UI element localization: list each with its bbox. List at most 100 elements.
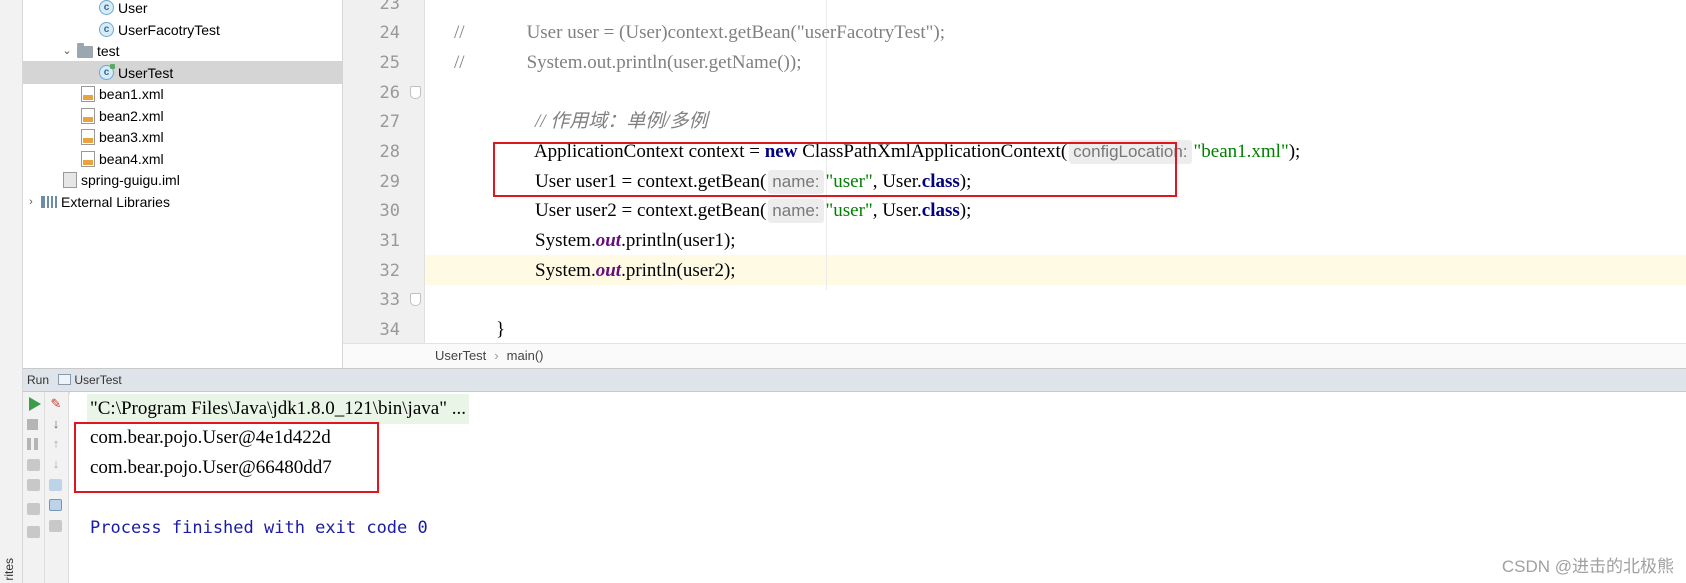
code-token: "user" bbox=[825, 200, 873, 221]
print-icon[interactable] bbox=[49, 520, 62, 532]
code-token: ); bbox=[1288, 141, 1301, 162]
run-tab-usertest[interactable]: UserTest bbox=[74, 373, 121, 387]
tree-item-bean3-xml[interactable]: bean3.xml bbox=[23, 125, 343, 148]
parameter-hint: name: bbox=[768, 199, 824, 223]
code-token: .println( bbox=[621, 260, 683, 281]
editor-gutter[interactable]: 23 24 25 26 27 28 29 30 31 32 33 34 bbox=[343, 0, 425, 368]
tree-item-usertest[interactable]: c UserTest bbox=[23, 61, 343, 84]
code-token: "bean1.xml" bbox=[1193, 141, 1289, 162]
run-toolbar-secondary: ✎ ↓ ↑ ↓ bbox=[45, 392, 69, 583]
code-token: , User. bbox=[872, 200, 922, 221]
chevron-right-icon[interactable]: › bbox=[25, 196, 37, 208]
xml-file-icon bbox=[81, 107, 95, 124]
line-number: 26 bbox=[379, 83, 400, 103]
tree-item-label: bean3.xml bbox=[99, 128, 164, 145]
pin-icon[interactable] bbox=[27, 526, 40, 538]
code-token: class bbox=[921, 200, 960, 221]
code-line-27[interactable]: ApplicationContext context = new ClassPa… bbox=[516, 107, 1300, 164]
run-console[interactable]: "C:\Program Files\Java\jdk1.8.0_121\bin\… bbox=[70, 392, 1686, 583]
sort-icon[interactable]: ↓ bbox=[49, 417, 63, 431]
code-token: ); bbox=[959, 200, 972, 221]
folder-icon bbox=[77, 42, 93, 58]
code-line-30[interactable]: System.out.println(user1); bbox=[516, 196, 736, 251]
tree-item-spring-guigu-iml[interactable]: spring-guigu.iml bbox=[23, 168, 343, 191]
tree-item-bean4-xml[interactable]: bean4.xml bbox=[23, 147, 343, 170]
class-icon: c bbox=[99, 22, 114, 37]
camera-icon[interactable] bbox=[27, 459, 40, 471]
layout-icon[interactable] bbox=[27, 503, 40, 515]
tree-item-label: spring-guigu.iml bbox=[81, 171, 180, 188]
tree-item-label: External Libraries bbox=[61, 193, 170, 210]
tree-item-test-folder[interactable]: ⌄ test bbox=[23, 39, 343, 62]
tree-item-external-libraries[interactable]: › External Libraries bbox=[23, 190, 343, 213]
xml-file-icon bbox=[81, 150, 95, 167]
line-number: 33 bbox=[379, 290, 400, 310]
soft-wrap-icon[interactable] bbox=[49, 479, 62, 491]
fold-marker-icon[interactable] bbox=[410, 86, 421, 99]
code-line-23[interactable]: //User user = (User)context.getBean("use… bbox=[435, 0, 945, 43]
line-number: 27 bbox=[379, 112, 400, 132]
comment-prefix: // bbox=[454, 52, 465, 73]
tree-item-label: UserTest bbox=[118, 64, 174, 81]
code-line-24[interactable]: // System.out.println(user.getName()); bbox=[435, 18, 801, 73]
up-arrow-icon[interactable]: ↑ bbox=[49, 437, 63, 451]
code-line-31[interactable]: System.out.println(user2); bbox=[516, 226, 736, 281]
scroll-to-end-icon[interactable] bbox=[49, 499, 62, 511]
line-number: 30 bbox=[379, 201, 400, 221]
stop-icon[interactable] bbox=[27, 419, 38, 430]
commented-code: System.out.println(user.getName()); bbox=[526, 52, 802, 73]
console-command-line: "C:\Program Files\Java\jdk1.8.0_121\bin\… bbox=[87, 394, 469, 424]
code-line-33[interactable]: } bbox=[477, 285, 505, 340]
breadcrumb: UserTest › main() bbox=[343, 343, 1686, 368]
run-panel-header: Run UserTest bbox=[23, 368, 1686, 392]
code-token: } bbox=[496, 319, 506, 340]
breadcrumb-method[interactable]: main() bbox=[507, 348, 544, 363]
line-number: 28 bbox=[379, 142, 400, 162]
run-panel-label: Run bbox=[27, 373, 50, 387]
fold-marker-icon[interactable] bbox=[410, 293, 421, 306]
line-number: 31 bbox=[379, 231, 400, 251]
xml-file-icon bbox=[81, 128, 95, 145]
code-line-26[interactable]: // 作用域：单例/多例 bbox=[516, 77, 708, 132]
project-tree: c User c UserFacotryTest ⌄ test c UserTe… bbox=[23, 0, 343, 395]
login-icon[interactable] bbox=[27, 479, 40, 491]
chevron-down-icon[interactable]: ⌄ bbox=[61, 44, 73, 57]
test-class-icon: c bbox=[99, 64, 115, 80]
line-number: 34 bbox=[379, 320, 400, 340]
tree-item-bean2-xml[interactable]: bean2.xml bbox=[23, 104, 343, 127]
tree-item-bean1-xml[interactable]: bean1.xml bbox=[23, 82, 343, 105]
code-token: user2 bbox=[682, 260, 724, 281]
code-editor[interactable]: 23 24 25 26 27 28 29 30 31 32 33 34 //Us… bbox=[343, 0, 1686, 370]
line-number: 29 bbox=[379, 172, 400, 192]
tree-item-label: bean4.xml bbox=[99, 150, 164, 167]
tree-item-userfacotrytest[interactable]: c UserFacotryTest bbox=[23, 18, 343, 41]
console-exit-line: Process finished with exit code 0 bbox=[90, 518, 428, 538]
line-number: 25 bbox=[379, 53, 400, 73]
down-arrow-icon[interactable]: ↓ bbox=[49, 457, 63, 471]
tree-item-label: bean1.xml bbox=[99, 85, 164, 102]
edit-config-icon[interactable]: ✎ bbox=[49, 397, 63, 411]
tree-item-label: User bbox=[118, 0, 148, 16]
xml-file-icon bbox=[81, 85, 95, 102]
run-toolbar-primary bbox=[23, 392, 45, 583]
code-token: ); bbox=[723, 260, 736, 281]
favorites-label[interactable]: rites bbox=[2, 558, 16, 581]
library-icon bbox=[41, 195, 57, 208]
tree-item-user[interactable]: c User bbox=[23, 0, 343, 19]
pause-icon[interactable] bbox=[27, 438, 38, 450]
code-token: out bbox=[595, 260, 622, 281]
breadcrumb-separator: › bbox=[494, 348, 499, 363]
rerun-icon[interactable] bbox=[29, 397, 41, 411]
iml-file-icon bbox=[63, 171, 77, 188]
line-number: 23 bbox=[379, 0, 400, 14]
favorites-strip[interactable]: rites bbox=[0, 0, 23, 583]
line-number: 32 bbox=[379, 261, 400, 281]
tree-item-label: UserFacotryTest bbox=[118, 21, 220, 38]
code-token: System. bbox=[535, 260, 596, 281]
watermark: CSDN @进击的北极熊 bbox=[1501, 557, 1674, 576]
highlight-box-getbean-lines bbox=[493, 142, 1177, 197]
breadcrumb-class[interactable]: UserTest bbox=[435, 348, 486, 363]
code-line-34[interactable]: } bbox=[435, 315, 463, 370]
class-icon: c bbox=[99, 0, 114, 15]
tree-item-label: test bbox=[97, 42, 120, 59]
